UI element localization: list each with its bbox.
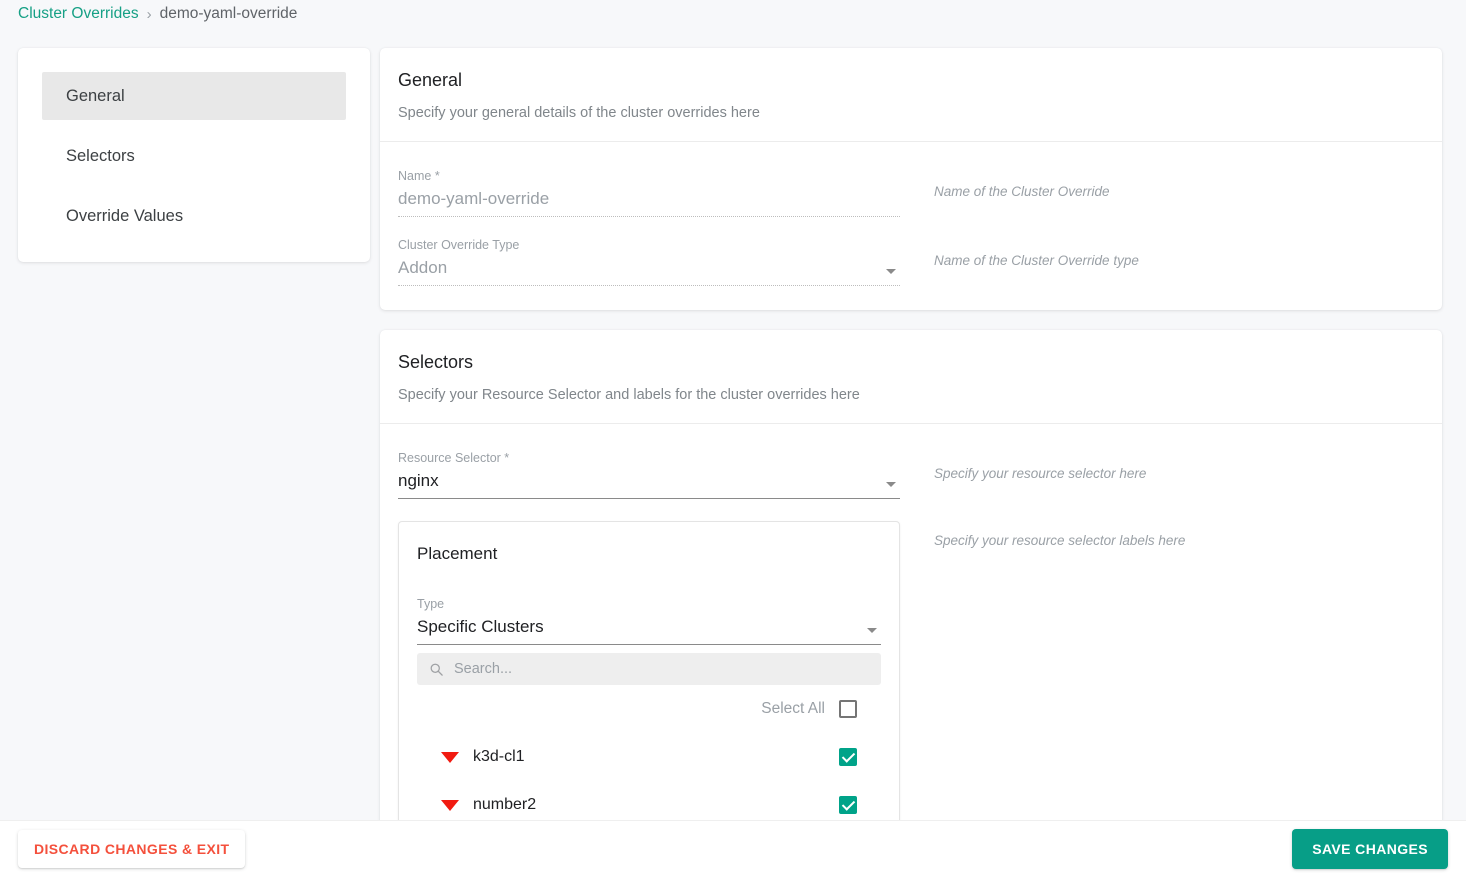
cluster-override-type-select[interactable]: Cluster Override Type Addon: [398, 231, 900, 286]
cluster-override-type-label: Cluster Override Type: [398, 238, 520, 252]
general-panel-header: General Specify your general details of …: [380, 48, 1442, 141]
placement-type-underline: [417, 644, 881, 645]
name-row: Name * demo-yaml-override Name of the Cl…: [398, 162, 1424, 217]
cluster-checkbox[interactable]: [839, 748, 857, 766]
selectors-panel-title: Selectors: [398, 352, 474, 372]
general-panel-body: Name * demo-yaml-override Name of the Cl…: [380, 142, 1442, 310]
name-field-hint: Name of the Cluster Override: [934, 184, 1110, 199]
selectors-panel-subtitle: Specify your Resource Selector and label…: [398, 387, 860, 403]
cluster-name: number2: [473, 796, 537, 813]
resource-selector-underline: [398, 498, 900, 499]
resource-selector-label: Resource Selector *: [398, 451, 510, 465]
name-field[interactable]: Name * demo-yaml-override: [398, 162, 900, 217]
resource-selector-labels-hint: Specify your resource selector labels he…: [934, 533, 1186, 548]
caret-down-icon[interactable]: [441, 799, 459, 811]
chevron-down-icon[interactable]: [886, 482, 896, 487]
cluster-override-type-underline: [398, 285, 900, 286]
list-item[interactable]: number2: [417, 781, 881, 820]
sidebar-item-override-values[interactable]: Override Values: [42, 192, 346, 240]
chevron-down-icon[interactable]: [867, 628, 877, 633]
field-gap: [398, 217, 1424, 231]
placement-title: Placement: [417, 544, 498, 563]
cluster-override-type-hint: Name of the Cluster Override type: [934, 253, 1139, 268]
cluster-search-input[interactable]: Search...: [417, 653, 881, 685]
override-type-row: Cluster Override Type Addon Name of the …: [398, 231, 1424, 286]
breadcrumb-separator-icon: ›: [146, 5, 152, 23]
select-all-row[interactable]: Select All: [417, 685, 881, 733]
name-field-value: demo-yaml-override: [398, 189, 550, 208]
resource-selector-hint: Specify your resource selector here: [934, 466, 1147, 481]
save-changes-button[interactable]: SAVE CHANGES: [1292, 828, 1448, 869]
field-gap: [398, 499, 1424, 521]
sidebar-item-label: Selectors: [66, 146, 135, 165]
chevron-down-icon[interactable]: [886, 269, 896, 274]
cluster-name: k3d-cl1: [473, 748, 525, 765]
sidebar-item-general[interactable]: General: [42, 72, 346, 120]
cluster-override-editor-page: Cluster Overrides › demo-yaml-override G…: [0, 0, 1466, 876]
search-icon: [430, 663, 443, 676]
form-column: General Specify your general details of …: [380, 48, 1442, 820]
action-bar: DISCARD CHANGES & EXIT SAVE CHANGES: [0, 820, 1466, 876]
placement-card: Placement Type Specific Clusters Search.…: [398, 521, 900, 820]
caret-down-icon[interactable]: [441, 751, 459, 763]
discard-changes-button[interactable]: DISCARD CHANGES & EXIT: [18, 829, 246, 868]
resource-selector-row: Resource Selector * nginx Specify your r…: [398, 444, 1424, 499]
name-field-label: Name *: [398, 169, 440, 183]
select-all-checkbox[interactable]: [839, 700, 857, 718]
breadcrumb-current: demo-yaml-override: [159, 5, 298, 22]
resource-selector-select[interactable]: Resource Selector * nginx: [398, 444, 900, 499]
list-item[interactable]: k3d-cl1: [417, 733, 881, 781]
general-panel-title: General: [398, 70, 463, 90]
placement-type-value: Specific Clusters: [417, 617, 544, 636]
section-nav-card: General Selectors Override Values: [18, 48, 370, 262]
resource-selector-value: nginx: [398, 471, 439, 490]
selectors-panel: Selectors Specify your Resource Selector…: [380, 330, 1442, 820]
breadcrumb: Cluster Overrides › demo-yaml-override: [18, 0, 297, 28]
select-all-label: Select All: [761, 700, 825, 717]
cluster-override-type-value: Addon: [398, 258, 448, 277]
general-panel-subtitle: Specify your general details of the clus…: [398, 105, 760, 121]
placement-type-label: Type: [417, 597, 445, 611]
placement-row: Placement Type Specific Clusters Search.…: [398, 521, 1424, 820]
sidebar-item-label: General: [66, 86, 125, 105]
general-panel: General Specify your general details of …: [380, 48, 1442, 310]
scroll-viewport[interactable]: General Selectors Override Values Genera…: [0, 28, 1466, 820]
placement-type-select[interactable]: Type Specific Clusters: [417, 590, 881, 645]
sidebar-item-label: Override Values: [66, 206, 184, 225]
name-field-underline: [398, 216, 900, 217]
breadcrumb-link-cluster-overrides[interactable]: Cluster Overrides: [18, 5, 139, 23]
placement-hints: Specify your resource selector labels he…: [900, 521, 1185, 582]
selectors-panel-body: Resource Selector * nginx Specify your r…: [380, 424, 1442, 820]
cluster-search-placeholder: Search...: [454, 661, 513, 677]
cluster-checkbox[interactable]: [839, 796, 857, 814]
selectors-panel-header: Selectors Specify your Resource Selector…: [380, 330, 1442, 423]
sidebar-item-selectors[interactable]: Selectors: [42, 132, 346, 180]
